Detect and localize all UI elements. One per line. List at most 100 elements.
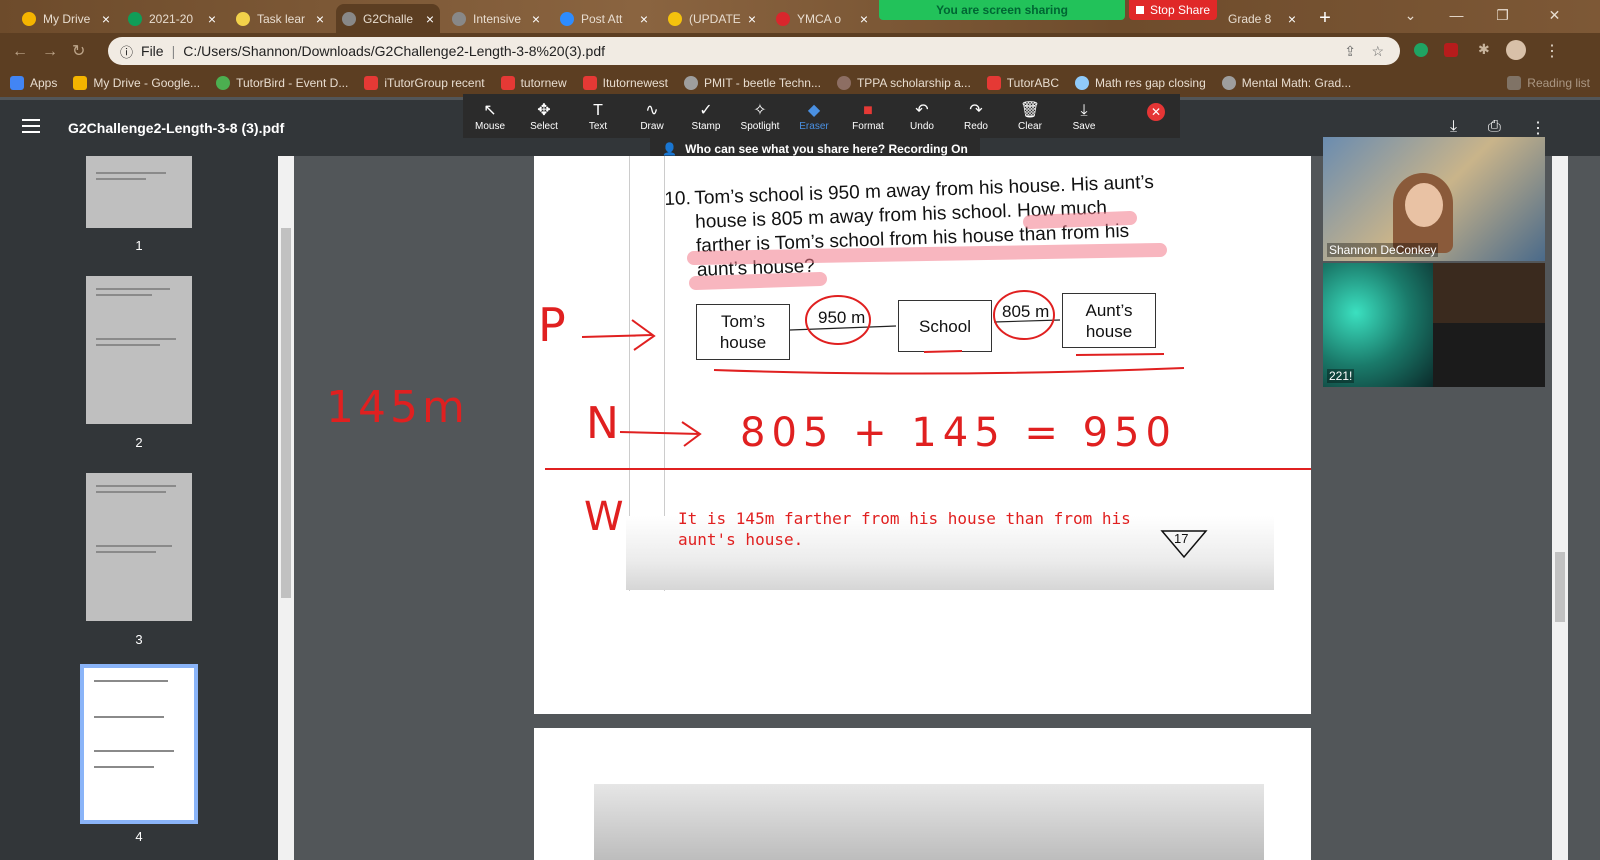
tool-label: Draw [640, 120, 664, 132]
close-icon[interactable]: × [316, 11, 324, 27]
sheets-icon [128, 11, 142, 26]
tool-save[interactable]: ⤓ Save [1057, 101, 1111, 132]
eraser-icon: ◆ [807, 101, 821, 119]
bookmark-tutorabc[interactable]: TutorABC [986, 76, 1059, 90]
minimize-button[interactable]: — [1434, 0, 1479, 30]
bookmark-itutornewest[interactable]: Itutornewest [582, 76, 668, 90]
tool-label: Spotlight [740, 120, 780, 132]
equation: 805 + 145 = 950 [740, 410, 1177, 456]
reload-icon[interactable]: ↻ [72, 43, 99, 60]
tool-text[interactable]: T Text [571, 101, 625, 132]
address-input[interactable]: ⓘ File | C:/Users/Shannon/Downloads/G2Cha… [108, 37, 1400, 65]
tool-label: Format [852, 120, 884, 132]
profile-avatar[interactable] [1506, 40, 1526, 60]
video-tile-221[interactable]: 221! [1323, 263, 1545, 387]
close-icon[interactable]: × [208, 11, 216, 27]
page-thumbnail-4[interactable] [80, 664, 198, 824]
viewer-margin [1568, 156, 1600, 860]
tab-my-drive[interactable]: My Drive × [16, 4, 116, 33]
close-icon[interactable]: × [102, 11, 110, 27]
forward-icon[interactable]: → [42, 43, 72, 60]
print-icon[interactable]: ⎙ [1488, 118, 1501, 136]
sidebar-scrollbar[interactable] [278, 156, 294, 860]
close-icon[interactable]: × [426, 11, 434, 27]
task-icon [236, 11, 250, 26]
tab-title: 2021-20 [149, 11, 194, 26]
bookmark-tutorbird[interactable]: TutorBird - Event D... [216, 76, 348, 90]
close-icon[interactable]: × [1288, 11, 1296, 27]
thumb-line [96, 545, 172, 547]
tool-select[interactable]: ✥ Select [517, 101, 571, 132]
info-icon[interactable]: ⓘ [120, 42, 133, 61]
close-icon[interactable]: × [748, 11, 756, 27]
bookmark-pmit[interactable]: PMIT - beetle Techn... [684, 76, 821, 90]
window-close-button[interactable]: ✕ [1532, 0, 1577, 30]
bookmark-tppa[interactable]: TPPA scholarship a... [836, 76, 971, 90]
close-icon[interactable]: × [640, 11, 648, 27]
page-number: 17 [1174, 531, 1189, 546]
tab-sheet[interactable]: 2021-20 × [122, 4, 222, 33]
stop-share-button[interactable]: Stop Share [1129, 0, 1217, 20]
star-icon[interactable]: ☆ [1371, 43, 1384, 60]
puzzle-icon[interactable]: ✱ [1478, 41, 1490, 58]
page-thumbnail-3[interactable] [86, 473, 192, 621]
bookmarks-bar: Apps My Drive - Google... TutorBird - Ev… [0, 69, 1600, 97]
bookmark-itutorgroup[interactable]: iTutorGroup recent [364, 76, 485, 90]
tool-redo[interactable]: ↷ Redo [949, 101, 1003, 132]
bookmark-math-res[interactable]: Math res gap closing [1075, 76, 1206, 90]
url-text: C:/Users/Shannon/Downloads/G2Challenge2-… [183, 43, 606, 59]
reading-list[interactable]: Reading list [1507, 76, 1590, 90]
close-icon[interactable]: × [860, 11, 868, 27]
tab-grade8[interactable]: Grade 8 × [1222, 4, 1302, 33]
bookmark-label: Math res gap closing [1095, 76, 1206, 90]
bookmark-tutornew[interactable]: tutornew [500, 76, 567, 90]
tool-stamp[interactable]: ✓ Stamp [679, 101, 733, 132]
tool-undo[interactable]: ↶ Undo [895, 101, 949, 132]
box-line: house [1085, 321, 1133, 341]
video-background [1433, 263, 1545, 323]
tab-g2challenge[interactable]: G2Challe × [336, 4, 440, 33]
back-icon[interactable]: ← [12, 43, 42, 60]
extension-icon[interactable] [1414, 43, 1428, 57]
tab-search-icon[interactable]: ⌄ [1388, 0, 1433, 30]
ublock-icon[interactable] [1444, 43, 1458, 57]
tool-format[interactable]: ■ Format [841, 101, 895, 132]
tab-update[interactable]: (UPDATE × [662, 4, 762, 33]
tab-intensive[interactable]: Intensive × [446, 4, 546, 33]
share-icon[interactable]: ⇪ [1344, 43, 1356, 60]
video-tile-shannon[interactable]: Shannon DeConkey [1323, 137, 1545, 261]
tool-clear[interactable]: 🗑 Clear [1003, 101, 1057, 132]
bookmark-apps[interactable]: Apps [10, 76, 57, 90]
tool-label: Undo [910, 120, 934, 132]
document-scrollbar[interactable] [1552, 156, 1568, 860]
close-toolbar-button[interactable]: ✕ [1147, 103, 1165, 121]
spotlight-icon: ✧ [753, 101, 767, 119]
close-icon[interactable]: × [532, 11, 540, 27]
scrollbar-thumb[interactable] [1555, 552, 1565, 622]
new-tab-button[interactable]: + [1310, 4, 1340, 33]
tool-label: Eraser [799, 120, 829, 132]
tool-spotlight[interactable]: ✧ Spotlight [733, 101, 787, 132]
tab-title: My Drive [43, 11, 91, 26]
tool-mouse[interactable]: ↖ Mouse [463, 101, 517, 132]
menu-icon[interactable] [22, 119, 40, 133]
tab-post-att[interactable]: Post Att × [554, 4, 654, 33]
menu-icon[interactable]: ⋮ [1544, 41, 1560, 61]
box-line: Aunt’s [1085, 300, 1133, 320]
tool-draw[interactable]: ∿ Draw [625, 101, 679, 132]
bookmark-my-drive[interactable]: My Drive - Google... [73, 76, 200, 90]
page-thumbnail-1[interactable] [86, 156, 192, 228]
answer-text: It is 145m farther from his house than f… [678, 509, 1131, 549]
thumb-line [94, 766, 154, 768]
page-thumbnail-2[interactable] [86, 276, 192, 424]
tab-ymca[interactable]: YMCA o × [770, 4, 874, 33]
tool-eraser[interactable]: ◆ Eraser [787, 101, 841, 132]
bookmark-mental-math[interactable]: Mental Math: Grad... [1221, 76, 1351, 90]
tab-task[interactable]: Task lear × [230, 4, 330, 33]
maximize-button[interactable]: ❐ [1480, 0, 1525, 30]
address-bar-row: ←→↻ ⓘ File | C:/Users/Shannon/Downloads/G… [0, 33, 1600, 69]
more-icon[interactable]: ⋮ [1530, 118, 1546, 138]
scrollbar-thumb[interactable] [281, 228, 291, 598]
box-label: Aunt’s house [1086, 300, 1133, 342]
download-icon[interactable]: ⤓ [1450, 118, 1457, 136]
